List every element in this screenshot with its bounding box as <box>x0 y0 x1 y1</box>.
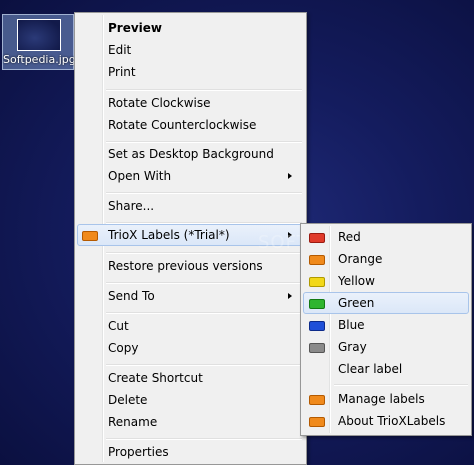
menu-separator <box>106 89 302 91</box>
submenu-item-clear-label[interactable]: Clear label <box>303 358 469 380</box>
menu-item-label: TrioX Labels (*Trial*) <box>108 228 230 242</box>
context-menu: Preview Edit Print Rotate Clockwise Rota… <box>74 12 307 465</box>
menu-item-triox-labels[interactable]: TrioX Labels (*Trial*) <box>77 224 304 246</box>
menu-item-copy[interactable]: Copy <box>77 337 304 359</box>
submenu-item-label: Orange <box>338 252 383 266</box>
menu-item-label: Preview <box>108 21 163 35</box>
menu-separator <box>106 438 302 440</box>
menu-item-restore-previous-versions[interactable]: Restore previous versions <box>77 255 304 277</box>
submenu-item-blue[interactable]: Blue <box>303 314 469 336</box>
image-thumbnail <box>17 19 61 51</box>
menu-item-open-with[interactable]: Open With <box>77 165 304 187</box>
submenu-item-label: Blue <box>338 318 365 332</box>
menu-item-send-to[interactable]: Send To <box>77 285 304 307</box>
menu-item-edit[interactable]: Edit <box>77 39 304 61</box>
menu-item-label: Create Shortcut <box>108 371 203 385</box>
submenu-item-orange[interactable]: Orange <box>303 248 469 270</box>
menu-item-preview[interactable]: Preview <box>77 17 304 39</box>
submenu-item-red[interactable]: Red <box>303 226 469 248</box>
label-tag-icon <box>309 395 325 405</box>
submenu-item-manage-labels[interactable]: Manage labels <box>303 388 469 410</box>
submenu-item-label: About TrioXLabels <box>338 414 446 428</box>
submenu-item-label: Green <box>338 296 375 310</box>
submenu-item-label: Manage labels <box>338 392 425 406</box>
submenu-item-label: Red <box>338 230 361 244</box>
menu-separator <box>106 364 302 366</box>
submenu-item-yellow[interactable]: Yellow <box>303 270 469 292</box>
menu-item-label: Delete <box>108 393 148 407</box>
gray-label-icon <box>309 343 325 353</box>
red-label-icon <box>309 233 325 243</box>
menu-item-rename[interactable]: Rename <box>77 411 304 433</box>
menu-item-label: Print <box>108 65 136 79</box>
menu-separator <box>106 192 302 194</box>
menu-item-properties[interactable]: Properties <box>77 441 304 463</box>
menu-item-share[interactable]: Share... <box>77 195 304 217</box>
submenu-item-green[interactable]: Green <box>303 292 469 314</box>
menu-item-label: Edit <box>108 43 132 57</box>
submenu-arrow-icon <box>288 173 292 179</box>
submenu-item-label: Yellow <box>338 274 375 288</box>
submenu-item-label: Clear label <box>338 362 403 376</box>
menu-item-label: Restore previous versions <box>108 259 263 273</box>
menu-separator <box>106 312 302 314</box>
menu-item-cut[interactable]: Cut <box>77 315 304 337</box>
orange-label-icon <box>309 255 325 265</box>
blue-label-icon <box>309 321 325 331</box>
menu-item-print[interactable]: Print <box>77 61 304 83</box>
submenu-item-label: Gray <box>338 340 367 354</box>
menu-item-create-shortcut[interactable]: Create Shortcut <box>77 367 304 389</box>
triox-labels-submenu: Red Orange Yellow Green Blue Gray Clear … <box>300 223 472 436</box>
menu-item-label: Rename <box>108 415 158 429</box>
submenu-separator <box>334 384 468 386</box>
menu-item-label: Share... <box>108 199 155 213</box>
yellow-label-icon <box>309 277 325 287</box>
menu-item-label: Rotate Clockwise <box>108 96 211 110</box>
menu-item-label: Set as Desktop Background <box>108 147 274 161</box>
menu-item-label: Send To <box>108 289 155 303</box>
menu-item-rotate-clockwise[interactable]: Rotate Clockwise <box>77 92 304 114</box>
submenu-item-about-trioxlabels[interactable]: About TrioXLabels <box>303 410 469 432</box>
submenu-item-gray[interactable]: Gray <box>303 336 469 358</box>
menu-item-label: Copy <box>108 341 139 355</box>
menu-item-label: Rotate Counterclockwise <box>108 118 257 132</box>
submenu-arrow-icon <box>288 232 292 238</box>
menu-item-set-desktop-background[interactable]: Set as Desktop Background <box>77 143 304 165</box>
menu-separator <box>106 282 302 284</box>
menu-item-label: Open With <box>108 169 172 183</box>
menu-item-label: Cut <box>108 319 129 333</box>
green-label-icon <box>309 299 325 309</box>
submenu-arrow-icon <box>288 293 292 299</box>
desktop-file-label: Softpedia.jpg <box>3 53 76 66</box>
menu-item-delete[interactable]: Delete <box>77 389 304 411</box>
label-tag-icon <box>82 231 98 241</box>
menu-item-rotate-counterclockwise[interactable]: Rotate Counterclockwise <box>77 114 304 136</box>
menu-item-label: Properties <box>108 445 169 459</box>
label-tag-icon <box>309 417 325 427</box>
menu-separator <box>106 252 302 254</box>
desktop-file-icon[interactable]: Softpedia.jpg <box>2 14 76 70</box>
